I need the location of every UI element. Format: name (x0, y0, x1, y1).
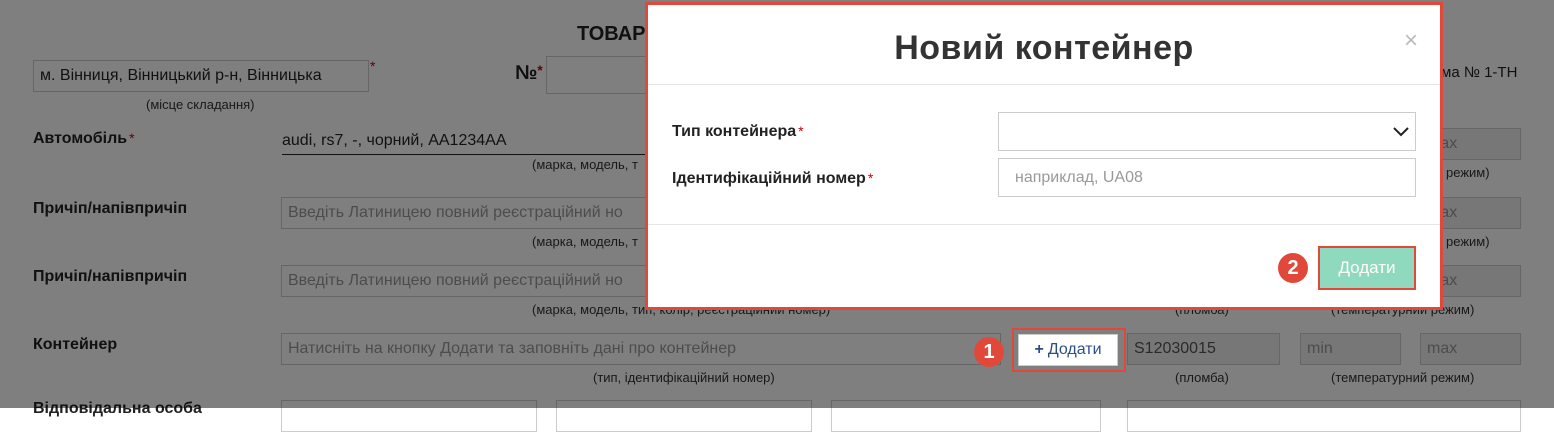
modal-title: Новий контейнер (894, 29, 1194, 67)
close-icon[interactable]: × (1404, 27, 1418, 55)
container-type-label: Тип контейнера * (672, 123, 804, 140)
callout-badge-1: 1 (974, 337, 1004, 367)
new-container-modal: Новий контейнер × Тип контейнера * Іденти… (648, 5, 1440, 307)
callout-highlight-1 (1012, 328, 1126, 372)
identification-number-input[interactable]: наприклад, UA08 (998, 158, 1416, 197)
chevron-down-icon (1393, 126, 1409, 136)
modal-add-button[interactable]: Додати (1320, 248, 1414, 288)
identification-number-label: Ідентифікаційний номер * (672, 170, 874, 187)
container-type-select[interactable] (998, 112, 1416, 151)
callout-badge-2: 2 (1278, 253, 1308, 283)
modal-header-divider (648, 84, 1440, 85)
modal-footer-divider (648, 224, 1440, 225)
